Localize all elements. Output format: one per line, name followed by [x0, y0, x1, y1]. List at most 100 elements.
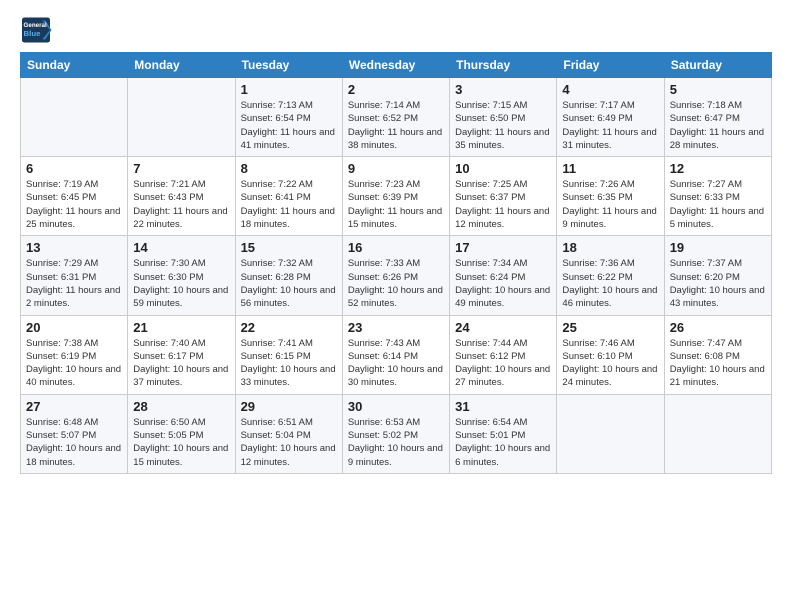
day-number: 14 — [133, 240, 229, 255]
week-row-4: 20Sunrise: 7:38 AM Sunset: 6:19 PM Dayli… — [21, 315, 772, 394]
day-number: 28 — [133, 399, 229, 414]
day-number: 3 — [455, 82, 551, 97]
day-cell: 22 Sunrise: 7:41 AM Sunset: 6:15 PM Dayli… — [235, 315, 342, 394]
day-number: 2 — [348, 82, 444, 97]
week-row-1: 1 Sunrise: 7:13 AM Sunset: 6:54 PM Daylig… — [21, 78, 772, 157]
day-number: 15 — [241, 240, 337, 255]
day-cell — [557, 394, 664, 473]
day-number: 25 — [562, 320, 658, 335]
day-cell: 14 Sunrise: 7:30 AM Sunset: 6:30 PM Dayli… — [128, 236, 235, 315]
week-row-2: 6 Sunrise: 7:19 AM Sunset: 6:45 PM Daylig… — [21, 157, 772, 236]
svg-text:General: General — [24, 22, 47, 29]
day-number: 23 — [348, 320, 444, 335]
day-cell: 15 Sunrise: 7:32 AM Sunset: 6:28 PM Dayli… — [235, 236, 342, 315]
day-detail: Sunrise: 7:34 AM Sunset: 6:24 PM Dayligh… — [455, 257, 551, 310]
day-number: 17 — [455, 240, 551, 255]
day-detail: Sunrise: 7:30 AM Sunset: 6:30 PM Dayligh… — [133, 257, 229, 310]
day-detail: Sunrise: 7:14 AM Sunset: 6:52 PM Dayligh… — [348, 99, 444, 152]
day-cell: 10Sunrise: 7:25 AM Sunset: 6:37 PM Dayli… — [450, 157, 557, 236]
day-cell: 7Sunrise: 7:21 AM Sunset: 6:43 PM Daylig… — [128, 157, 235, 236]
day-detail: Sunrise: 7:44 AM Sunset: 6:12 PM Dayligh… — [455, 337, 551, 390]
day-detail: Sunrise: 7:43 AM Sunset: 6:14 PM Dayligh… — [348, 337, 444, 390]
day-number: 24 — [455, 320, 551, 335]
day-detail: Sunrise: 7:23 AM Sunset: 6:39 PM Dayligh… — [348, 178, 444, 231]
day-cell: 1 Sunrise: 7:13 AM Sunset: 6:54 PM Daylig… — [235, 78, 342, 157]
day-number: 11 — [562, 161, 658, 176]
day-detail: Sunrise: 7:15 AM Sunset: 6:50 PM Dayligh… — [455, 99, 551, 152]
weekday-header-friday: Friday — [557, 53, 664, 78]
day-cell: 24 Sunrise: 7:44 AM Sunset: 6:12 PM Dayli… — [450, 315, 557, 394]
day-detail: Sunrise: 7:27 AM Sunset: 6:33 PM Dayligh… — [670, 178, 766, 231]
day-detail: Sunrise: 7:25 AM Sunset: 6:37 PM Dayligh… — [455, 178, 551, 231]
day-detail: Sunrise: 7:26 AM Sunset: 6:35 PM Dayligh… — [562, 178, 658, 231]
day-cell: 16 Sunrise: 7:33 AM Sunset: 6:26 PM Dayli… — [342, 236, 449, 315]
day-number: 19 — [670, 240, 766, 255]
day-number: 6 — [26, 161, 122, 176]
day-number: 18 — [562, 240, 658, 255]
day-number: 29 — [241, 399, 337, 414]
day-cell: 17 Sunrise: 7:34 AM Sunset: 6:24 PM Dayli… — [450, 236, 557, 315]
page: General Blue SundayMondayTuesdayWednesda… — [0, 0, 792, 612]
day-detail: Sunrise: 7:47 AM Sunset: 6:08 PM Dayligh… — [670, 337, 766, 390]
day-number: 20 — [26, 320, 122, 335]
day-cell: 3 Sunrise: 7:15 AM Sunset: 6:50 PM Daylig… — [450, 78, 557, 157]
day-cell: 31 Sunrise: 6:54 AM Sunset: 5:01 PM Dayli… — [450, 394, 557, 473]
day-cell: 6 Sunrise: 7:19 AM Sunset: 6:45 PM Daylig… — [21, 157, 128, 236]
svg-text:Blue: Blue — [24, 29, 42, 38]
day-detail: Sunrise: 6:54 AM Sunset: 5:01 PM Dayligh… — [455, 416, 551, 469]
week-row-5: 27 Sunrise: 6:48 AM Sunset: 5:07 PM Dayli… — [21, 394, 772, 473]
week-row-3: 13Sunrise: 7:29 AM Sunset: 6:31 PM Dayli… — [21, 236, 772, 315]
day-cell: 27 Sunrise: 6:48 AM Sunset: 5:07 PM Dayli… — [21, 394, 128, 473]
day-detail: Sunrise: 7:17 AM Sunset: 6:49 PM Dayligh… — [562, 99, 658, 152]
weekday-header-saturday: Saturday — [664, 53, 771, 78]
header: General Blue — [20, 16, 772, 44]
day-detail: Sunrise: 7:40 AM Sunset: 6:17 PM Dayligh… — [133, 337, 229, 390]
day-cell: 19 Sunrise: 7:37 AM Sunset: 6:20 PM Dayli… — [664, 236, 771, 315]
day-cell: 18 Sunrise: 7:36 AM Sunset: 6:22 PM Dayli… — [557, 236, 664, 315]
weekday-header-tuesday: Tuesday — [235, 53, 342, 78]
day-cell: 13Sunrise: 7:29 AM Sunset: 6:31 PM Dayli… — [21, 236, 128, 315]
day-number: 26 — [670, 320, 766, 335]
day-cell: 8 Sunrise: 7:22 AM Sunset: 6:41 PM Daylig… — [235, 157, 342, 236]
day-number: 12 — [670, 161, 766, 176]
day-detail: Sunrise: 6:53 AM Sunset: 5:02 PM Dayligh… — [348, 416, 444, 469]
day-detail: Sunrise: 7:19 AM Sunset: 6:45 PM Dayligh… — [26, 178, 122, 231]
day-cell: 28 Sunrise: 6:50 AM Sunset: 5:05 PM Dayli… — [128, 394, 235, 473]
day-cell: 29Sunrise: 6:51 AM Sunset: 5:04 PM Dayli… — [235, 394, 342, 473]
day-number: 1 — [241, 82, 337, 97]
day-number: 8 — [241, 161, 337, 176]
day-detail: Sunrise: 7:33 AM Sunset: 6:26 PM Dayligh… — [348, 257, 444, 310]
day-cell: 20Sunrise: 7:38 AM Sunset: 6:19 PM Dayli… — [21, 315, 128, 394]
day-cell: 2 Sunrise: 7:14 AM Sunset: 6:52 PM Daylig… — [342, 78, 449, 157]
day-number: 31 — [455, 399, 551, 414]
day-detail: Sunrise: 7:22 AM Sunset: 6:41 PM Dayligh… — [241, 178, 337, 231]
day-detail: Sunrise: 7:41 AM Sunset: 6:15 PM Dayligh… — [241, 337, 337, 390]
day-detail: Sunrise: 7:37 AM Sunset: 6:20 PM Dayligh… — [670, 257, 766, 310]
day-detail: Sunrise: 6:48 AM Sunset: 5:07 PM Dayligh… — [26, 416, 122, 469]
day-number: 27 — [26, 399, 122, 414]
day-cell — [21, 78, 128, 157]
day-cell — [128, 78, 235, 157]
day-number: 16 — [348, 240, 444, 255]
day-cell: 25Sunrise: 7:46 AM Sunset: 6:10 PM Dayli… — [557, 315, 664, 394]
day-detail: Sunrise: 6:50 AM Sunset: 5:05 PM Dayligh… — [133, 416, 229, 469]
day-cell: 5Sunrise: 7:18 AM Sunset: 6:47 PM Daylig… — [664, 78, 771, 157]
day-number: 9 — [348, 161, 444, 176]
day-detail: Sunrise: 7:36 AM Sunset: 6:22 PM Dayligh… — [562, 257, 658, 310]
weekday-header-wednesday: Wednesday — [342, 53, 449, 78]
weekday-header-monday: Monday — [128, 53, 235, 78]
day-detail: Sunrise: 7:32 AM Sunset: 6:28 PM Dayligh… — [241, 257, 337, 310]
weekday-header-sunday: Sunday — [21, 53, 128, 78]
day-cell: 11 Sunrise: 7:26 AM Sunset: 6:35 PM Dayli… — [557, 157, 664, 236]
day-detail: Sunrise: 7:13 AM Sunset: 6:54 PM Dayligh… — [241, 99, 337, 152]
day-cell: 30 Sunrise: 6:53 AM Sunset: 5:02 PM Dayli… — [342, 394, 449, 473]
day-cell: 12 Sunrise: 7:27 AM Sunset: 6:33 PM Dayli… — [664, 157, 771, 236]
day-cell: 4Sunrise: 7:17 AM Sunset: 6:49 PM Daylig… — [557, 78, 664, 157]
day-cell: 26 Sunrise: 7:47 AM Sunset: 6:08 PM Dayli… — [664, 315, 771, 394]
logo-icon: General Blue — [20, 16, 52, 44]
day-number: 22 — [241, 320, 337, 335]
day-number: 30 — [348, 399, 444, 414]
day-cell: 9 Sunrise: 7:23 AM Sunset: 6:39 PM Daylig… — [342, 157, 449, 236]
day-number: 7 — [133, 161, 229, 176]
day-number: 5 — [670, 82, 766, 97]
